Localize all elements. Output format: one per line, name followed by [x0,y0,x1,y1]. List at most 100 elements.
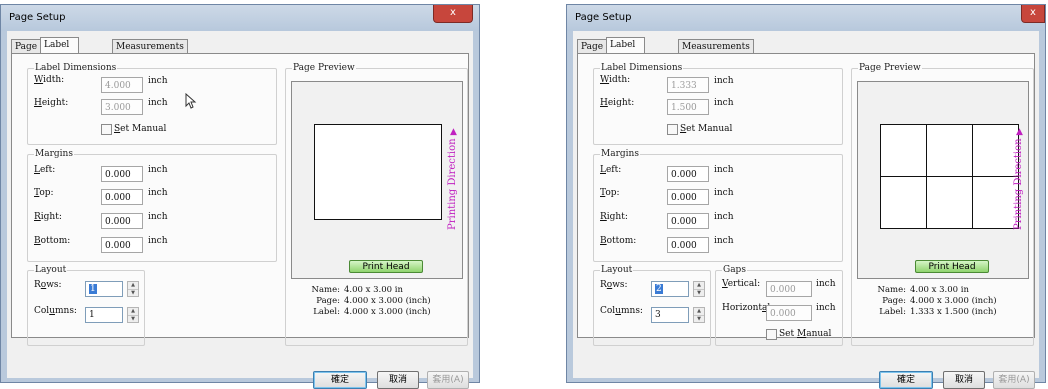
gaps-set-manual-label: Set Manual [779,329,832,339]
preview-info: Name: 4.00 x 3.00 in Page: 4.000 x 3.000 (… [296,285,431,318]
columns-spinner[interactable]: 1 ▲ ▼ [85,307,139,323]
rows-spin-buttons[interactable]: ▲ ▼ [127,281,139,297]
width-field[interactable]: 1.333 [667,77,709,93]
top-margin-label: Top: [34,188,54,198]
direction-arrow-icon: ▲ [450,127,457,137]
vertical-gap-field[interactable]: 0.000 [766,281,812,297]
mouse-pointer-icon [185,93,197,109]
spin-down-icon[interactable]: ▼ [694,315,704,323]
width-label: Width: [34,75,65,85]
rows-spinner[interactable]: 1 ▲ ▼ [85,281,139,297]
width-label: Width: [600,75,631,85]
vertical-gap-label: Vertical: [722,279,761,289]
spin-up-icon[interactable]: ▲ [128,282,138,289]
preview-canvas: ▲ Printing Direction Print Head [857,81,1029,279]
height-unit: inch [148,98,168,108]
label-dimensions-group: Label Dimensions Width: 4.000 inch Heigh… [27,63,277,145]
group-title: Gaps [722,265,747,275]
height-field[interactable]: 1.500 [667,99,709,115]
columns-spin-buttons[interactable]: ▲ ▼ [127,307,139,323]
group-title: Layout [34,265,68,275]
print-head-indicator: Print Head [349,260,423,273]
height-label: Height: [34,98,69,108]
group-title: Layout [600,265,634,275]
info-page: Page: 4.000 x 3.000 (inch) [882,296,997,306]
title-bar: Page Setup x [567,5,1045,31]
label-cell [926,124,973,177]
spin-down-icon[interactable]: ▼ [128,289,138,297]
preview-info: Name: 4.00 x 3.00 in Page: 4.000 x 3.000 (… [862,285,997,318]
set-manual-checkbox[interactable] [667,124,678,135]
left-margin-field[interactable]: 0.000 [667,166,709,182]
label-cell [926,176,973,229]
set-manual-checkbox[interactable] [101,124,112,135]
spin-up-icon[interactable]: ▲ [694,282,704,289]
horizontal-gap-field[interactable]: 0.000 [766,305,812,321]
close-button[interactable]: x [1021,5,1045,23]
tab-measurements[interactable]: Measurements [678,39,754,53]
width-unit: inch [148,76,168,86]
top-margin-field[interactable]: 0.000 [101,189,143,205]
spin-up-icon[interactable]: ▲ [128,308,138,315]
unit-label: inch [714,212,734,222]
rows-spinner[interactable]: 2 ▲ ▼ [651,281,705,297]
spin-down-icon[interactable]: ▼ [694,289,704,297]
gaps-set-manual-checkbox[interactable] [766,329,777,340]
columns-spinner[interactable]: 3 ▲ ▼ [651,307,705,323]
info-name: Name: 4.00 x 3.00 in [877,285,969,295]
tab-page[interactable]: Page [577,39,608,53]
window-title: Page Setup [575,12,632,23]
group-title: Margins [600,149,640,159]
bottom-margin-field[interactable]: 0.000 [101,237,143,253]
right-margin-field[interactable]: 0.000 [101,213,143,229]
unit-label: inch [148,165,168,175]
title-bar: Page Setup x [1,5,479,31]
left-margin-field[interactable]: 0.000 [101,166,143,182]
columns-value: 1 [89,310,95,320]
height-field[interactable]: 3.000 [101,99,143,115]
tab-page[interactable]: Page [11,39,42,53]
tab-label-layout[interactable]: Label Layout [606,37,646,64]
label-cell [880,176,927,229]
tab-sheet: Label Dimensions Width: 1.333 inch Heigh… [577,53,1035,346]
group-title: Label Dimensions [600,63,684,73]
cancel-button[interactable]: 取消 [943,371,985,389]
group-title: Page Preview [858,63,922,73]
top-margin-field[interactable]: 0.000 [667,189,709,205]
layout-group: Layout Rows: 1 ▲ ▼ Columns: 1 ▲ ▼ [27,265,145,346]
top-margin-label: Top: [600,188,620,198]
unit-label: inch [714,188,734,198]
bottom-margin-label: Bottom: [600,236,637,246]
page-preview-group: Page Preview ▲ Printing Direction Print … [285,63,468,346]
width-field[interactable]: 4.000 [101,77,143,93]
page-preview-group: Page Preview ▲ Printing Direction Print … [851,63,1034,346]
unit-label: inch [148,236,168,246]
cancel-button[interactable]: 取消 [377,371,419,389]
group-title: Page Preview [292,63,356,73]
columns-spin-buttons[interactable]: ▲ ▼ [693,307,705,323]
label-cell [972,124,1019,177]
page-setup-dialog-left: Page Setup x Page Label Layout Measureme… [0,4,480,389]
bottom-margin-label: Bottom: [34,236,71,246]
spin-down-icon[interactable]: ▼ [128,315,138,323]
tab-measurements[interactable]: Measurements [112,39,188,53]
columns-label: Columns: [600,306,643,316]
ok-button[interactable]: 確定 [879,371,933,389]
ok-button[interactable]: 確定 [313,371,367,389]
unit-label: inch [148,188,168,198]
apply-button[interactable]: 套用(A) [993,371,1035,389]
left-margin-label: Left: [600,165,622,175]
rows-value: 2 [655,284,663,294]
dialog-client: Page Label Layout Measurements Label Dim… [573,31,1039,389]
info-name: Name: 4.00 x 3.00 in [311,285,403,295]
apply-button[interactable]: 套用(A) [427,371,469,389]
height-label: Height: [600,98,635,108]
right-margin-field[interactable]: 0.000 [667,213,709,229]
bottom-margin-field[interactable]: 0.000 [667,237,709,253]
left-margin-label: Left: [34,165,56,175]
close-button[interactable]: x [433,5,473,23]
columns-value: 3 [655,310,661,320]
rows-spin-buttons[interactable]: ▲ ▼ [693,281,705,297]
tab-label-layout[interactable]: Label Layout [40,37,80,64]
spin-up-icon[interactable]: ▲ [694,308,704,315]
